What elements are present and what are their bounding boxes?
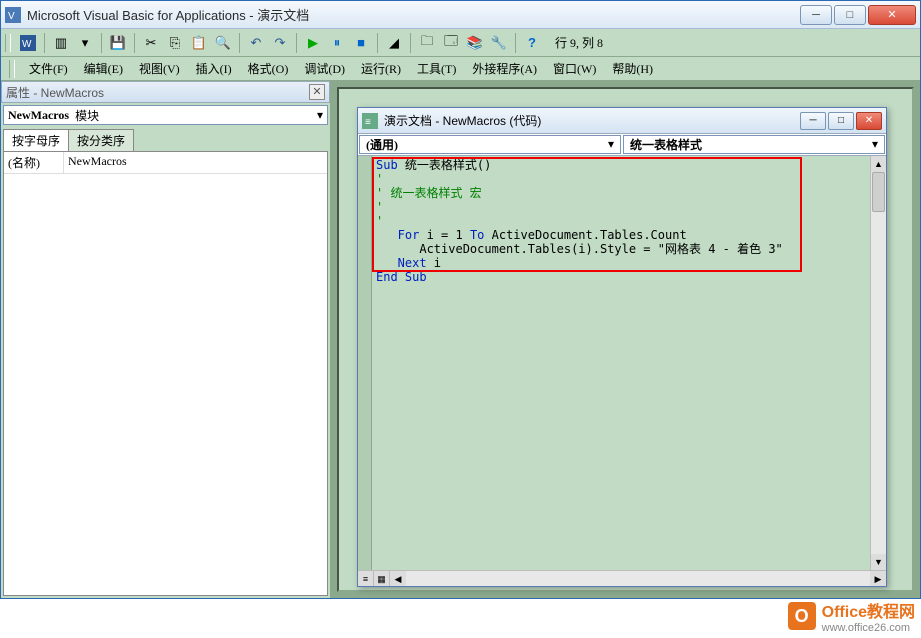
menu-view[interactable]: 视图(V) [133,58,186,79]
mdi-area: ≡ 演示文档 - NewMacros (代码) ─ □ ✕ (通用) ▾ [331,81,920,598]
menu-debug[interactable]: 调试(D) [298,58,351,79]
scroll-left-icon[interactable]: ◀ [390,571,406,586]
find-icon[interactable]: 🔍 [212,32,234,54]
horizontal-scrollbar[interactable]: ≡ ▦ ◀ ▶ [358,570,886,586]
vertical-scrollbar[interactable]: ▲ ▼ [870,156,886,570]
chevron-down-icon: ▾ [608,137,614,152]
object-dropdown[interactable]: (通用) ▾ [359,135,621,154]
code-window-title: 演示文档 - NewMacros (代码) [384,112,800,129]
menubar-handle[interactable] [9,60,15,78]
help-icon[interactable]: ? [521,32,543,54]
pause-icon[interactable]: ⏸ [326,32,348,54]
mdi-client: ≡ 演示文档 - NewMacros (代码) ─ □ ✕ (通用) ▾ [337,87,914,592]
paste-icon[interactable]: 📋 [188,32,210,54]
window-title: Microsoft Visual Basic for Applications … [27,5,800,24]
scroll-track[interactable] [406,571,870,586]
code-window-icon: ≡ [362,113,378,129]
properties-close-button[interactable]: ✕ [309,84,325,100]
menubar: 文件(F) 编辑(E) 视图(V) 插入(I) 格式(O) 调试(D) 运行(R… [1,57,920,81]
cut-icon[interactable]: ✂ [140,32,162,54]
object-selector[interactable]: NewMacros 模块 ▾ [3,105,328,125]
scroll-down-icon[interactable]: ▼ [871,554,886,570]
svg-text:W: W [22,39,32,50]
menu-file[interactable]: 文件(F) [23,58,74,79]
property-key: (名称) [4,152,64,173]
toolbox-icon[interactable]: 🔧 [488,32,510,54]
main-window: V Microsoft Visual Basic for Application… [0,0,921,599]
watermark-url: www.office26.com [822,622,915,634]
code-close-button[interactable]: ✕ [856,112,882,130]
cursor-position: 行 9, 列 8 [555,34,603,51]
object-browser-icon[interactable]: 📚 [464,32,486,54]
menu-format[interactable]: 格式(O) [242,58,295,79]
menu-insert[interactable]: 插入(I) [190,58,238,79]
titlebar[interactable]: V Microsoft Visual Basic for Application… [1,1,920,29]
scroll-thumb[interactable] [872,172,885,212]
maximize-button[interactable]: □ [834,5,866,25]
properties-icon[interactable]: 🗔 [440,32,462,54]
full-module-view-icon[interactable]: ▦ [374,571,390,586]
redo-icon[interactable]: ↷ [269,32,291,54]
scroll-up-icon[interactable]: ▲ [871,156,886,172]
chevron-down-icon: ▾ [872,137,878,152]
dropdown-icon[interactable]: ▾ [74,32,96,54]
object-type: 模块 [75,107,99,124]
copy-icon[interactable]: ⎘ [164,32,186,54]
menu-edit[interactable]: 编辑(E) [78,58,129,79]
chevron-down-icon: ▾ [317,108,323,123]
properties-title: 属性 - NewMacros [6,84,104,101]
menu-run[interactable]: 运行(R) [355,58,407,79]
procedure-dropdown-value: 统一表格样式 [630,136,702,153]
code-content[interactable]: Sub 统一表格样式() ' ' 统一表格样式 宏 ' ' For i = 1 … [372,156,870,570]
property-value[interactable]: NewMacros [64,152,131,173]
procedure-dropdown[interactable]: 统一表格样式 ▾ [623,135,885,154]
menu-window[interactable]: 窗口(W) [547,58,602,79]
toolbar: W ▥ ▾ 💾 ✂ ⎘ 📋 🔍 ↶ ↷ ▶ ⏸ ■ ◢ 🗀 🗔 📚 🔧 ? 行 … [1,29,920,57]
design-mode-icon[interactable]: ◢ [383,32,405,54]
insert-module-icon[interactable]: ▥ [50,32,72,54]
watermark: O Office教程网 www.office26.com [788,598,915,634]
code-window: ≡ 演示文档 - NewMacros (代码) ─ □ ✕ (通用) ▾ [357,107,887,587]
code-window-titlebar[interactable]: ≡ 演示文档 - NewMacros (代码) ─ □ ✕ [358,108,886,134]
property-tabs: 按字母序 按分类序 [3,129,328,151]
menu-addins[interactable]: 外接程序(A) [466,58,543,79]
menu-help[interactable]: 帮助(H) [606,58,659,79]
menu-tools[interactable]: 工具(T) [411,58,462,79]
close-button[interactable]: ✕ [868,5,916,25]
property-row[interactable]: (名称) NewMacros [4,152,327,174]
object-dropdown-value: (通用) [366,136,398,153]
properties-panel: 属性 - NewMacros ✕ NewMacros 模块 ▾ 按字母序 按分类… [1,81,331,598]
watermark-icon: O [788,602,816,630]
code-minimize-button[interactable]: ─ [800,112,826,130]
watermark-title: Office教程网 [822,598,915,622]
undo-icon[interactable]: ↶ [245,32,267,54]
app-icon: V [5,7,21,23]
word-icon[interactable]: W [17,32,39,54]
svg-text:V: V [8,11,15,22]
code-gutter [358,156,372,570]
project-explorer-icon[interactable]: 🗀 [416,32,438,54]
minimize-button[interactable]: ─ [800,5,832,25]
run-icon[interactable]: ▶ [302,32,324,54]
code-maximize-button[interactable]: □ [828,112,854,130]
object-name: NewMacros [8,108,69,123]
tab-categorized[interactable]: 按分类序 [68,129,134,151]
tab-alphabetic[interactable]: 按字母序 [3,129,69,151]
properties-grid: (名称) NewMacros [3,151,328,596]
toolbar-handle[interactable] [5,34,11,52]
scroll-right-icon[interactable]: ▶ [870,571,886,586]
code-editor[interactable]: Sub 统一表格样式() ' ' 统一表格样式 宏 ' ' For i = 1 … [358,156,886,586]
procedure-view-icon[interactable]: ≡ [358,571,374,586]
save-icon[interactable]: 💾 [107,32,129,54]
code-dropdowns: (通用) ▾ 统一表格样式 ▾ [358,134,886,156]
stop-icon[interactable]: ■ [350,32,372,54]
properties-header: 属性 - NewMacros ✕ [1,81,330,103]
body-area: 属性 - NewMacros ✕ NewMacros 模块 ▾ 按字母序 按分类… [1,81,920,598]
svg-text:≡: ≡ [365,117,371,128]
